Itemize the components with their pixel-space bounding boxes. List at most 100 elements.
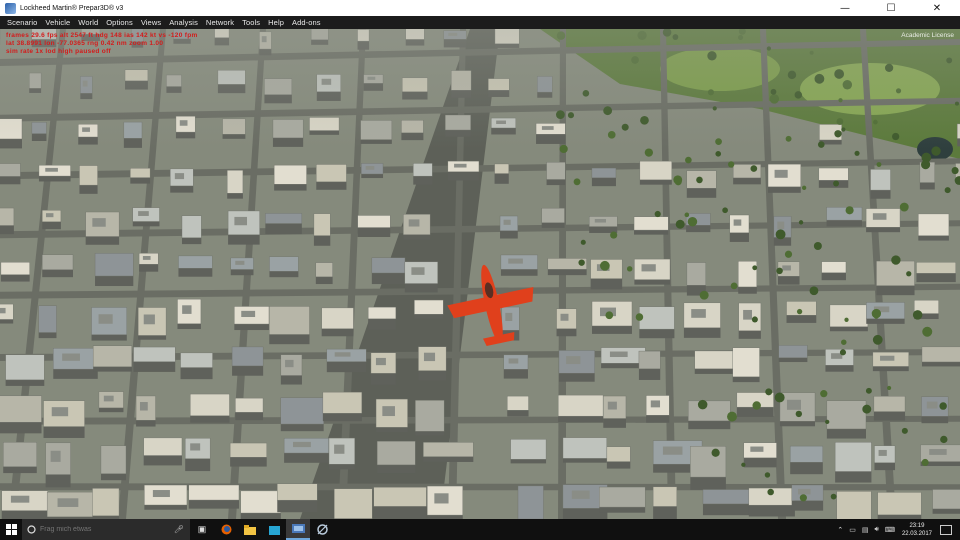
tree [635, 313, 644, 321]
keyboard-icon[interactable]: ⌨ [885, 526, 895, 534]
tree [730, 282, 738, 290]
roof-unit [142, 256, 151, 260]
building-roof [826, 400, 867, 430]
firefox-icon[interactable] [214, 519, 238, 540]
title-bar[interactable]: Lockheed Martin® Prepar3D® v3 — ☐ ✕ [0, 0, 960, 16]
building-wall [821, 272, 846, 281]
building-roof [413, 163, 433, 177]
building-wall [0, 319, 14, 324]
minimize-button[interactable]: — [822, 0, 868, 16]
building-wall [234, 324, 269, 331]
building-wall [634, 279, 671, 285]
building-roof [92, 488, 120, 517]
building-roof [688, 400, 731, 422]
tree [722, 207, 728, 214]
roof-unit [454, 163, 467, 168]
building-wall [235, 412, 264, 421]
roof-unit [926, 401, 938, 409]
building-roof [639, 306, 675, 330]
roof-unit [872, 213, 887, 220]
menu-analysis[interactable]: Analysis [166, 18, 203, 27]
menu-world[interactable]: World [75, 18, 103, 27]
menu-network[interactable]: Network [203, 18, 239, 27]
microphone-icon[interactable]: 🎤︎ [174, 525, 184, 534]
building-roof [494, 163, 509, 174]
building-wall [328, 464, 355, 470]
roof-unit [594, 218, 606, 223]
building-roof [686, 262, 707, 286]
menu-views[interactable]: Views [138, 18, 166, 27]
network-tool-icon[interactable] [310, 519, 334, 540]
start-button[interactable] [0, 519, 22, 540]
chevron-up-icon[interactable]: ⌃ [837, 526, 843, 534]
building-roof [235, 397, 264, 413]
roof-unit [503, 219, 511, 225]
building-wall [95, 276, 134, 287]
menu-help[interactable]: Help [265, 18, 289, 27]
city-scene [0, 29, 960, 519]
tree [765, 388, 773, 396]
building-wall [732, 376, 760, 383]
store-icon[interactable] [262, 519, 286, 540]
building-wall [371, 273, 406, 285]
building-roof [38, 305, 57, 333]
building-roof [334, 488, 373, 519]
menu-scenario[interactable]: Scenario [4, 18, 42, 27]
roof-unit [382, 406, 395, 417]
building-roof [190, 393, 230, 416]
building-wall [3, 466, 37, 474]
building-wall [683, 327, 721, 338]
building-wall [738, 330, 761, 339]
simulator-viewport[interactable]: Academic License frames 29.6 fps alt 254… [0, 29, 960, 519]
menu-tools[interactable]: Tools [239, 18, 265, 27]
action-center-icon[interactable] [940, 524, 952, 535]
roof-unit [797, 488, 811, 495]
cortana-search[interactable]: 🎤︎ [22, 519, 190, 540]
building-wall [265, 223, 302, 235]
building-wall [316, 181, 347, 190]
building-roof [240, 490, 282, 514]
battery-icon[interactable]: ▭ [849, 526, 856, 534]
volume-icon[interactable]: 🔊︎ [874, 526, 878, 534]
menu-options[interactable]: Options [103, 18, 138, 27]
maximize-button[interactable]: ☐ [868, 0, 914, 16]
roof-unit [139, 402, 148, 411]
building-wall [415, 431, 445, 436]
menu-vehicle[interactable]: Vehicle [42, 18, 75, 27]
building-wall [562, 458, 607, 463]
prepar3d-icon[interactable] [286, 519, 310, 540]
building-wall [130, 177, 151, 184]
building-wall [136, 420, 156, 427]
tree [939, 402, 947, 410]
building-wall [921, 416, 949, 424]
roof-unit [334, 444, 345, 454]
building-wall [694, 368, 736, 374]
clock-time: 23:19 [909, 522, 925, 529]
system-tray: ⌃ ▭ ▤ 🔊︎ ⌨ 23:19 22.03.2017 [834, 519, 960, 540]
tree [741, 462, 746, 467]
file-explorer-icon[interactable] [238, 519, 262, 540]
menu-addons[interactable]: Add-ons [289, 18, 326, 27]
tree [922, 326, 933, 337]
tree [906, 271, 912, 277]
roof-unit [508, 258, 523, 264]
tree [626, 266, 633, 272]
roof-unit [774, 169, 788, 178]
task-view-icon[interactable]: ▣ [190, 519, 214, 540]
network-icon[interactable]: ▤ [862, 526, 869, 534]
building-roof [732, 164, 762, 179]
building-wall [768, 186, 801, 193]
building-wall [373, 506, 427, 519]
search-input[interactable] [40, 526, 160, 533]
debug-line-3: sim rate 1x lod high paused off [6, 48, 112, 55]
clock[interactable]: 23:19 22.03.2017 [902, 522, 932, 538]
building-wall [0, 225, 14, 235]
building-roof [269, 306, 310, 335]
building-wall [874, 462, 896, 471]
tree [865, 387, 872, 394]
building-wall [414, 314, 444, 319]
building-wall [377, 464, 416, 474]
building-roof [778, 345, 808, 358]
building-wall [777, 276, 800, 285]
close-button[interactable]: ✕ [914, 0, 960, 16]
